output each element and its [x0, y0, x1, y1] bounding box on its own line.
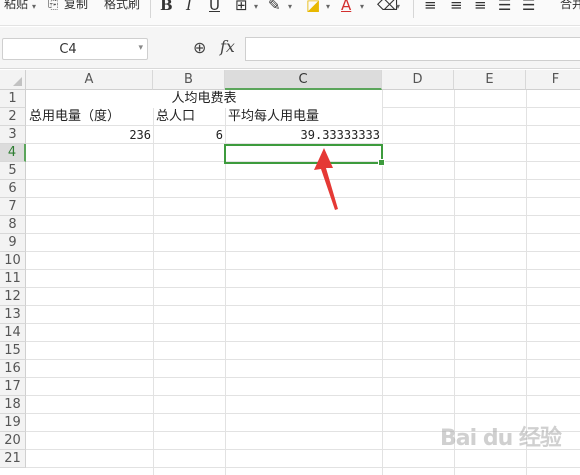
paste-button[interactable]: 粘贴: [4, 0, 28, 12]
fx-icon[interactable]: fx: [220, 37, 235, 56]
grid-line: [26, 341, 580, 342]
column-header-d[interactable]: D: [382, 70, 454, 90]
row-header[interactable]: 12: [0, 288, 26, 306]
column-header-a[interactable]: A: [26, 70, 153, 90]
grid-line: [26, 359, 580, 360]
grid-line: [26, 305, 580, 306]
row-header[interactable]: 21: [0, 450, 26, 468]
grid-line: [26, 395, 580, 396]
zoom-icon[interactable]: ⊕: [193, 38, 206, 57]
cell-c2[interactable]: 平均每人用电量: [228, 108, 319, 126]
annotation-arrow-icon: [314, 148, 338, 210]
row-header[interactable]: 8: [0, 216, 26, 234]
row-header[interactable]: 5: [0, 162, 26, 180]
row-header[interactable]: 3: [0, 126, 26, 144]
column-header-e[interactable]: E: [454, 70, 526, 90]
grid-line: [153, 90, 154, 475]
clear-dropdown-icon[interactable]: ▾: [396, 0, 400, 16]
cell-reference: C4: [59, 42, 77, 57]
fill-dropdown-icon[interactable]: ▾: [326, 0, 330, 16]
row-header[interactable]: 17: [0, 378, 26, 396]
copy-icon[interactable]: ⎘: [48, 0, 58, 14]
style-dropdown-icon[interactable]: ▾: [288, 0, 292, 16]
justify-icon[interactable]: ☰: [498, 0, 511, 14]
row-header[interactable]: 6: [0, 180, 26, 198]
row-header[interactable]: 15: [0, 342, 26, 360]
row-header[interactable]: 7: [0, 198, 26, 216]
watermark: Bai du 经验: [440, 426, 562, 451]
grid-line: [26, 287, 580, 288]
name-box[interactable]: C4 ▾: [2, 38, 148, 60]
border-icon[interactable]: ⊞: [235, 0, 248, 14]
grid-line: [26, 377, 580, 378]
cell-a2[interactable]: 总用电量（度）: [29, 108, 120, 126]
row-header[interactable]: 2: [0, 108, 26, 126]
ribbon-divider: [150, 0, 151, 18]
row-header[interactable]: 1: [0, 90, 26, 108]
font-color-icon[interactable]: A: [341, 0, 351, 14]
formula-bar: C4 ▾ ⊕ fx: [0, 27, 580, 69]
row-header[interactable]: 18: [0, 396, 26, 414]
column-header-b[interactable]: B: [153, 70, 225, 90]
grid-line: [26, 413, 580, 414]
format-painter-button[interactable]: 格式刷: [104, 0, 140, 12]
bold-icon[interactable]: B: [160, 0, 173, 14]
cell-b2[interactable]: 总人口: [156, 108, 195, 126]
grid-line: [454, 90, 455, 475]
grid-line: [26, 251, 580, 252]
spreadsheet-grid: A B C D E F 1 2 3 4 5 6 7 8 9 10 11 12 1…: [0, 70, 580, 475]
paste-dropdown-icon[interactable]: ▾: [32, 0, 36, 16]
row-header[interactable]: 10: [0, 252, 26, 270]
copy-button[interactable]: 复制: [64, 0, 88, 12]
style-icon[interactable]: ✎: [268, 0, 281, 14]
row-header[interactable]: 20: [0, 432, 26, 450]
cell-b3[interactable]: 6: [153, 126, 223, 144]
column-header-f[interactable]: F: [526, 70, 580, 90]
ribbon-divider: [413, 0, 414, 18]
chevron-down-icon[interactable]: ▾: [138, 43, 143, 53]
cell-c3[interactable]: 39.33333333: [225, 126, 380, 144]
grid-line: [26, 233, 580, 234]
formula-input[interactable]: [245, 37, 580, 61]
border-dropdown-icon[interactable]: ▾: [254, 0, 258, 16]
row-header[interactable]: 19: [0, 414, 26, 432]
grid-line: [26, 269, 580, 270]
row-header[interactable]: 16: [0, 360, 26, 378]
row-header[interactable]: 11: [0, 270, 26, 288]
row-header[interactable]: 9: [0, 234, 26, 252]
align-center-icon[interactable]: ≡: [450, 0, 463, 14]
fill-color-icon[interactable]: ◪: [306, 0, 320, 14]
select-all-corner[interactable]: [0, 70, 26, 90]
sheet-title-cell[interactable]: 人均电费表: [26, 90, 382, 108]
grid-line: [26, 323, 580, 324]
grid-line: [526, 90, 527, 475]
row-header[interactable]: 13: [0, 306, 26, 324]
grid-line: [26, 467, 580, 468]
merge-button[interactable]: 合并: [560, 0, 580, 12]
row-header[interactable]: 14: [0, 324, 26, 342]
underline-icon[interactable]: U: [209, 0, 220, 14]
row-header-selected[interactable]: 4: [0, 144, 26, 162]
font-color-dropdown-icon[interactable]: ▾: [360, 0, 364, 16]
align-right-icon[interactable]: ≡: [474, 0, 487, 14]
grid-line: [26, 215, 580, 216]
distribute-icon[interactable]: ☰: [522, 0, 535, 14]
italic-icon[interactable]: I: [186, 0, 192, 14]
align-left-icon[interactable]: ≡: [424, 0, 437, 14]
cell-a3[interactable]: 236: [26, 126, 151, 144]
column-header-c[interactable]: C: [225, 70, 382, 90]
toolbar-ribbon: 粘贴 ▾ ⎘ 复制 格式刷 B I U ⊞ ▾ ✎ ▾ ◪ ▾ A ▾ ⌫ ▾ …: [0, 0, 580, 26]
